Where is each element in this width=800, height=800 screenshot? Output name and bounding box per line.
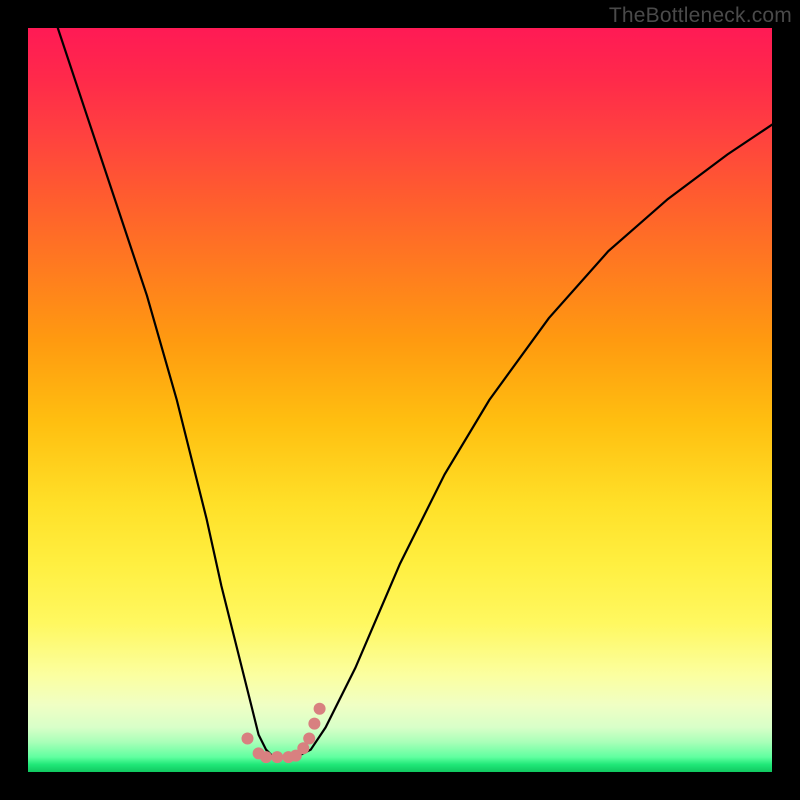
watermark-text: TheBottleneck.com (609, 4, 792, 28)
dot (308, 718, 320, 730)
bottom-dots (242, 703, 326, 763)
dot (260, 751, 272, 763)
bottleneck-curve (58, 28, 772, 757)
dot (314, 703, 326, 715)
chart-svg (28, 28, 772, 772)
dot (271, 751, 283, 763)
dot (303, 733, 315, 745)
dot (242, 733, 254, 745)
plot-area (28, 28, 772, 772)
outer-frame: TheBottleneck.com (0, 0, 800, 800)
